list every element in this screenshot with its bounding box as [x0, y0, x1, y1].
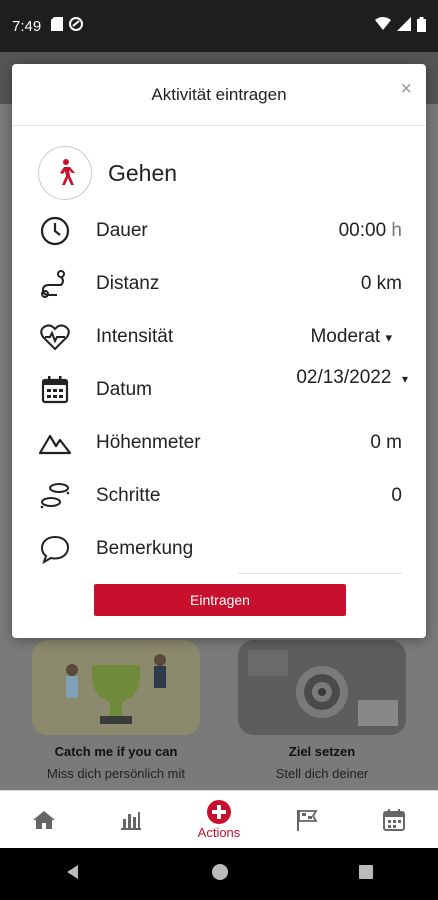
dialog-header: Aktivität eintragen × — [12, 64, 426, 126]
chevron-down-icon: ▾ — [385, 330, 392, 345]
nav-actions[interactable]: Actions — [189, 799, 249, 840]
home-button-icon[interactable] — [211, 863, 229, 886]
duration-time: 00:00 — [338, 220, 387, 241]
activity-icon-circle — [38, 146, 92, 200]
nav-statistics[interactable] — [101, 807, 161, 833]
intensity-value: Moderat — [310, 326, 381, 347]
steps-field[interactable]: Schritte 0 — [38, 479, 402, 513]
submit-button[interactable]: Eintragen — [94, 584, 346, 616]
back-icon[interactable] — [64, 863, 82, 886]
card-title: Ziel setzen — [288, 744, 356, 759]
dialog-title: Aktivität eintragen — [151, 84, 287, 104]
date-label: Datum — [96, 379, 152, 400]
card-subtitle: Miss dich persönlich mit — [47, 766, 185, 781]
elevation-field[interactable]: Höhenmeter 0 m — [38, 426, 402, 460]
elevation-label: Höhenmeter — [96, 432, 201, 453]
speech-bubble-icon — [38, 532, 72, 566]
nav-actions-label: Actions — [197, 825, 241, 840]
calendar-icon — [38, 373, 72, 407]
challenge-card-image[interactable] — [32, 640, 200, 735]
data-saver-icon — [69, 17, 84, 35]
battery-icon — [417, 16, 426, 36]
add-activity-dialog: Aktivität eintragen × Gehen Dauer 00:00 … — [12, 64, 426, 638]
home-icon — [32, 810, 55, 829]
bottom-navigation: Actions — [0, 790, 438, 848]
nav-home[interactable] — [14, 807, 74, 833]
elevation-value[interactable]: 0 m — [370, 432, 402, 454]
status-time: 7:49 — [12, 17, 42, 35]
steps-label: Schritte — [96, 485, 161, 506]
intensity-field[interactable]: Intensität Moderat ▾ — [38, 320, 402, 354]
chevron-down-icon: ▾ — [401, 372, 408, 386]
card-subtitle: Stell dich deiner — [275, 766, 369, 781]
duration-value[interactable]: 00:00 h — [339, 220, 402, 242]
remark-label: Bemerkung — [96, 538, 194, 559]
close-button[interactable]: × — [400, 78, 412, 101]
nav-challenges[interactable] — [277, 807, 337, 833]
chart-icon — [121, 811, 142, 830]
distance-value[interactable]: 0 km — [361, 273, 402, 295]
distance-field[interactable]: Distanz 0 km — [38, 267, 402, 301]
system-navigation-bar — [0, 848, 438, 900]
route-icon — [38, 267, 72, 301]
card-title: Catch me if you can — [54, 744, 178, 759]
footprints-icon — [38, 479, 72, 513]
heart-rate-icon — [38, 320, 72, 354]
goal-card-image[interactable] — [238, 640, 406, 735]
flag-icon — [296, 809, 318, 831]
walking-icon — [60, 159, 75, 185]
duration-label: Dauer — [96, 220, 148, 241]
sd-card-icon — [51, 17, 64, 35]
calendar-icon — [383, 808, 406, 831]
duration-field[interactable]: Dauer 00:00 h — [38, 214, 402, 248]
nav-calendar[interactable] — [364, 807, 424, 833]
steps-value[interactable]: 0 — [391, 485, 402, 507]
signal-icon — [397, 17, 411, 35]
clock-icon — [38, 214, 72, 248]
date-input[interactable]: 02/13/2022 ▾ — [296, 367, 408, 389]
remark-input[interactable] — [238, 573, 402, 574]
activity-name: Gehen — [108, 159, 178, 186]
mountain-icon — [38, 426, 72, 460]
duration-unit: h — [391, 220, 402, 241]
date-value: 02/13/2022 — [296, 367, 392, 388]
remark-field[interactable]: Bemerkung — [38, 532, 402, 574]
date-field[interactable]: Datum 02/13/2022 ▾ — [38, 367, 408, 407]
activity-selector[interactable]: Gehen — [38, 146, 177, 200]
recents-icon[interactable] — [358, 864, 374, 885]
intensity-select[interactable]: Moderat ▾ — [310, 326, 392, 348]
status-bar: 7:49 — [0, 0, 438, 52]
wifi-icon — [375, 17, 391, 35]
plus-circle-icon — [206, 800, 231, 824]
distance-label: Distanz — [96, 273, 160, 294]
intensity-label: Intensität — [96, 326, 174, 347]
